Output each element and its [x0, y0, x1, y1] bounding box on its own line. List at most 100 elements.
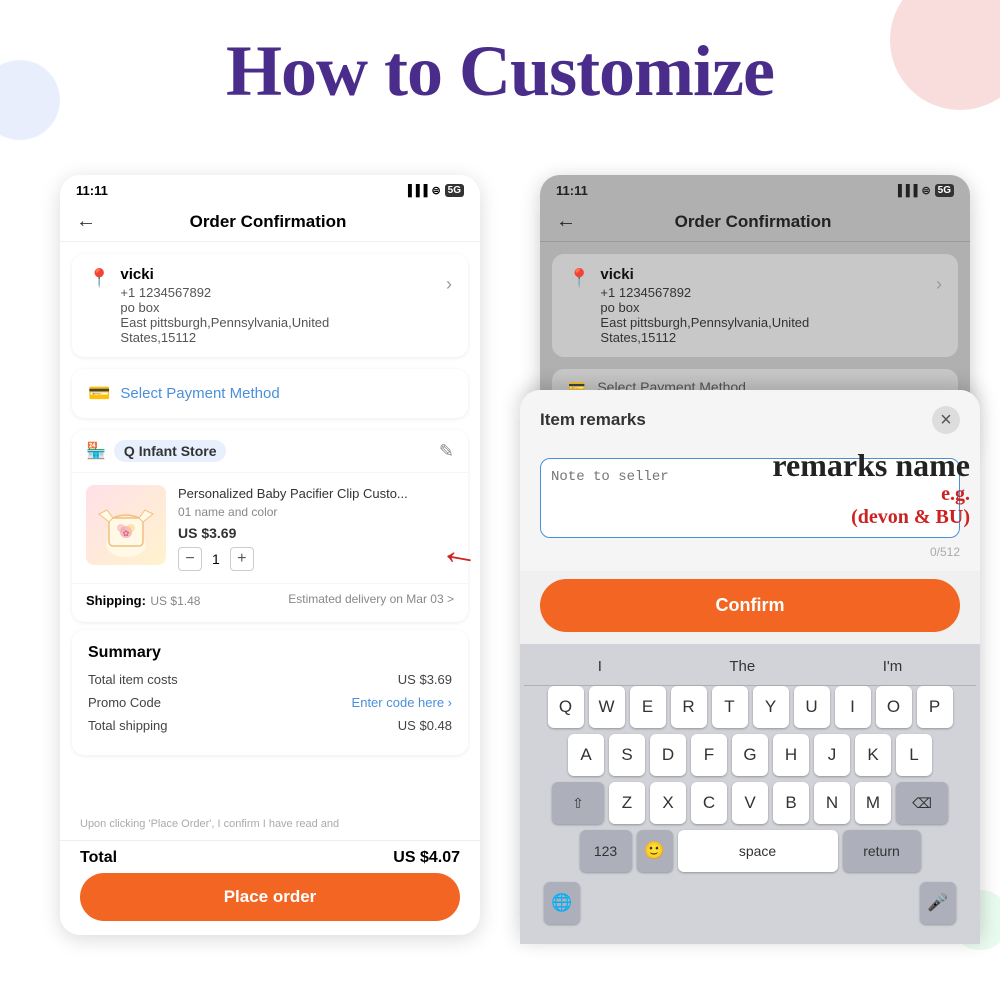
key-Z[interactable]: Z	[609, 782, 645, 824]
key-emoji[interactable]: 🙂	[637, 830, 673, 872]
address-section-left[interactable]: 📍 vicki +1 1234567892 po box East pittsb…	[72, 254, 468, 357]
key-Y[interactable]: Y	[753, 686, 789, 728]
key-X[interactable]: X	[650, 782, 686, 824]
key-W[interactable]: W	[589, 686, 625, 728]
status-icons-left: ▐▐▐ ⊜ 5G	[404, 184, 464, 197]
key-P[interactable]: P	[917, 686, 953, 728]
signal-icon: ▐▐▐	[404, 185, 427, 197]
payment-section-left[interactable]: 💳 Select Payment Method	[72, 369, 468, 418]
status-time-left: 11:11	[76, 183, 108, 198]
keyboard-row-4: 123 🙂 space return	[524, 830, 976, 872]
key-H[interactable]: H	[773, 734, 809, 776]
keyboard: I The I'm Q W E R T Y U I O P A S D F G …	[520, 644, 980, 944]
product-img-inner: ✿	[86, 485, 166, 565]
store-section-left: 🏪 Q Infant Store ✎	[72, 430, 468, 622]
suggestion-I[interactable]: I	[590, 656, 610, 677]
address-phone: +1 1234567892	[120, 285, 436, 300]
key-K[interactable]: K	[855, 734, 891, 776]
summary-value-0: US $3.69	[398, 672, 452, 687]
key-A[interactable]: A	[568, 734, 604, 776]
note-icon[interactable]: ✎	[439, 441, 454, 462]
keyboard-suggestions: I The I'm	[524, 650, 976, 686]
address-po-right: po box	[600, 300, 926, 315]
shipping-delivery: Estimated delivery on Mar 03 >	[288, 592, 454, 606]
bg-circle-top-left	[0, 60, 60, 140]
key-I[interactable]: I	[835, 686, 871, 728]
product-variant: 01 name and color	[178, 505, 454, 519]
suggestion-The[interactable]: The	[721, 656, 763, 677]
summary-row-0: Total item costs US $3.69	[88, 672, 452, 687]
remarks-annotation: remarks name e.g. (devon & BU)	[772, 448, 970, 529]
key-delete[interactable]: ⌫	[896, 782, 948, 824]
key-L[interactable]: L	[896, 734, 932, 776]
key-Q[interactable]: Q	[548, 686, 584, 728]
address-section-right: 📍 vicki +1 1234567892 po box East pittsb…	[552, 254, 958, 357]
product-info: Personalized Baby Pacifier Clip Custo...…	[178, 485, 454, 571]
product-item: ✿ Personalized Baby Pacifier Clip Custo.…	[72, 473, 468, 583]
key-mic[interactable]: 🎤	[920, 882, 956, 924]
total-value: US $4.07	[393, 849, 460, 867]
summary-label-0: Total item costs	[88, 672, 178, 687]
wifi-icon: ⊜	[431, 184, 440, 197]
key-return[interactable]: return	[843, 830, 921, 872]
address-name: vicki	[120, 266, 436, 283]
total-label: Total	[80, 849, 117, 867]
key-G[interactable]: G	[732, 734, 768, 776]
address-city: East pittsburgh,Pennsylvania,United	[120, 315, 436, 330]
nav-title-right: Order Confirmation	[576, 212, 930, 232]
modal-header: Item remarks ×	[520, 390, 980, 446]
phone-left: 11:11 ▐▐▐ ⊜ 5G ← Order Confirmation 📍 vi…	[60, 175, 480, 935]
red-arrow: ←	[436, 527, 483, 578]
confirm-button[interactable]: Confirm	[540, 579, 960, 632]
modal-title: Item remarks	[540, 410, 646, 430]
back-button-right[interactable]: ←	[556, 210, 576, 233]
qty-decrease-btn[interactable]: −	[178, 547, 202, 571]
address-content-right: vicki +1 1234567892 po box East pittsbur…	[600, 266, 926, 345]
keyboard-row-5: 🌐 🎤	[524, 878, 976, 932]
suggestion-Im[interactable]: I'm	[875, 656, 911, 677]
address-zip-right: States,15112	[600, 330, 926, 345]
key-V[interactable]: V	[732, 782, 768, 824]
key-R[interactable]: R	[671, 686, 707, 728]
summary-row-1[interactable]: Promo Code Enter code here ›	[88, 695, 452, 710]
key-C[interactable]: C	[691, 782, 727, 824]
item-remarks-modal: Item remarks × 0/512 remarks name e.g. (…	[520, 390, 980, 944]
disclaimer-text: Upon clicking 'Place Order', I confirm I…	[80, 818, 460, 830]
place-order-button[interactable]: Place order	[80, 873, 460, 921]
remarks-input-wrapper: 0/512 remarks name e.g. (devon & BU)	[540, 458, 960, 559]
key-U[interactable]: U	[794, 686, 830, 728]
keyboard-row-2: A S D F G H J K L	[524, 734, 976, 776]
summary-label-2: Total shipping	[88, 718, 168, 733]
key-N[interactable]: N	[814, 782, 850, 824]
quantity-control: − 1 +	[178, 547, 454, 571]
svg-text:✿: ✿	[123, 529, 130, 538]
key-F[interactable]: F	[691, 734, 727, 776]
key-S[interactable]: S	[609, 734, 645, 776]
nav-bar-right: ← Order Confirmation	[540, 202, 970, 242]
key-123[interactable]: 123	[580, 830, 632, 872]
key-O[interactable]: O	[876, 686, 912, 728]
qty-increase-btn[interactable]: +	[230, 547, 254, 571]
address-content: vicki +1 1234567892 po box East pittsbur…	[120, 266, 436, 345]
shipping-label: Shipping:	[86, 593, 146, 608]
key-shift[interactable]: ⇧	[552, 782, 604, 824]
remarks-eg-example: (devon & BU)	[772, 506, 970, 529]
key-space[interactable]: space	[678, 830, 838, 872]
location-icon: 📍	[88, 268, 110, 289]
shipping-row: Shipping: US $1.48 Estimated delivery on…	[72, 583, 468, 622]
modal-close-button[interactable]: ×	[932, 406, 960, 434]
key-D[interactable]: D	[650, 734, 686, 776]
key-B[interactable]: B	[773, 782, 809, 824]
keyboard-row-1: Q W E R T Y U I O P	[524, 686, 976, 728]
status-icons-right: ▐▐▐ ⊜ 5G	[894, 184, 954, 197]
key-globe[interactable]: 🌐	[544, 882, 580, 924]
key-J[interactable]: J	[814, 734, 850, 776]
back-button-left[interactable]: ←	[76, 210, 96, 233]
key-E[interactable]: E	[630, 686, 666, 728]
summary-label-1: Promo Code	[88, 695, 161, 710]
store-header: 🏪 Q Infant Store ✎	[72, 430, 468, 473]
key-M[interactable]: M	[855, 782, 891, 824]
nav-bar-left: ← Order Confirmation	[60, 202, 480, 242]
key-T[interactable]: T	[712, 686, 748, 728]
store-name-badge[interactable]: Q Infant Store	[114, 440, 227, 462]
